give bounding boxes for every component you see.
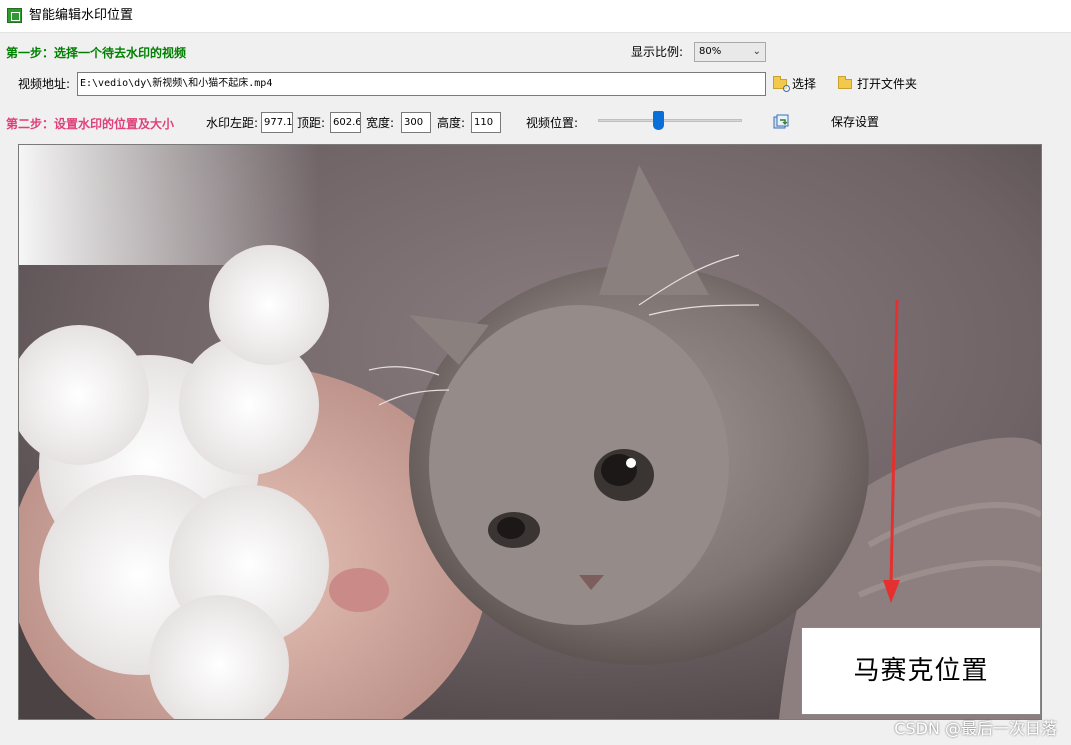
step1-label: 第一步：选择一个待去水印的视频 [6, 46, 187, 60]
window-title: 智能编辑水印位置 [29, 8, 134, 23]
watermark-left-input[interactable]: 977.1 [261, 112, 293, 133]
display-ratio-select[interactable]: 80% ⌄ [694, 42, 766, 62]
app-icon [7, 8, 22, 23]
watermark-left-label: 水印左距: [206, 116, 259, 130]
csdn-watermark: CSDN @最后一次日落 [894, 719, 1057, 738]
open-folder-button[interactable]: 打开文件夹 [838, 74, 917, 94]
chevron-down-icon: ⌄ [752, 46, 761, 57]
open-folder-label: 打开文件夹 [857, 77, 918, 91]
select-file-button[interactable]: 选择 [773, 74, 816, 94]
video-preview[interactable]: 马赛克位置 [18, 144, 1042, 720]
watermark-height-input[interactable]: 110 [471, 112, 501, 133]
save-settings-button[interactable]: 保存设置 [831, 114, 879, 130]
search-folder-icon [773, 76, 790, 92]
watermark-width-label: 宽度: [366, 116, 395, 130]
video-path-label: 视频地址: [18, 77, 71, 91]
select-file-label: 选择 [792, 77, 817, 91]
watermark-height-label: 高度: [437, 116, 466, 130]
video-position-label: 视频位置: [526, 116, 579, 130]
folder-icon [838, 76, 852, 89]
video-path-input[interactable]: E:\vedio\dy\新视频\和小猫不起床.mp4 [77, 72, 766, 96]
video-position-slider-thumb[interactable] [652, 111, 664, 130]
display-ratio-label: 显示比例: [631, 45, 684, 59]
refresh-icon[interactable] [773, 114, 789, 130]
video-position-slider[interactable] [598, 119, 742, 122]
watermark-top-label: 顶距: [297, 116, 326, 130]
title-bar: 智能编辑水印位置 [0, 0, 1071, 33]
display-ratio-value: 80% [699, 46, 722, 57]
watermark-top-input[interactable]: 602.6 [330, 112, 361, 133]
mosaic-region-label: 马赛克位置 [853, 656, 989, 686]
mosaic-region-box[interactable]: 马赛克位置 [801, 627, 1041, 715]
watermark-editor-window: 智能编辑水印位置 第一步：选择一个待去水印的视频 显示比例: 80% ⌄ 视频地… [0, 0, 1071, 745]
step2-label: 第二步：设置水印的位置及大小 [6, 117, 175, 131]
watermark-width-input[interactable]: 300 [401, 112, 431, 133]
